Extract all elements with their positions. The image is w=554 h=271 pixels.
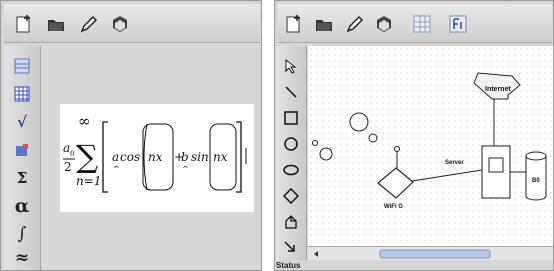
sum-symbol: ∑ <box>76 139 98 175</box>
diamond-icon[interactable] <box>277 184 305 208</box>
integral-icon[interactable]: ∫ <box>8 222 36 246</box>
fraction-subscript: 0 <box>70 150 74 158</box>
open-folder-icon[interactable] <box>310 10 338 38</box>
connector-icon[interactable] <box>277 236 305 260</box>
internet-label: Internet <box>485 86 511 93</box>
bubble-large-circle[interactable] <box>349 112 369 132</box>
formula-workarea: a 0 2 ∞ ∑ n=1 a ^ cos nx + b ^ sin nx <box>42 46 260 271</box>
square-root-glyph: √ <box>17 112 27 131</box>
server-panel <box>488 157 504 173</box>
new-document-icon[interactable] <box>280 10 308 38</box>
table-icon[interactable] <box>8 82 36 106</box>
right-bracket <box>236 121 242 193</box>
math-palette: √ Σ α ∫ ≈ <box>4 46 41 271</box>
diagram-editor-window: Internet Server B0 WiFi G Status <box>274 0 554 271</box>
alpha-icon[interactable]: α <box>8 194 36 218</box>
a-coefficient: a <box>112 150 119 164</box>
insert-icon[interactable] <box>8 138 36 162</box>
approx-icon[interactable]: ≈ <box>8 246 36 270</box>
wifi-label: WiFi G <box>384 204 403 210</box>
bubble-small-circle[interactable] <box>368 133 378 143</box>
square-root-icon[interactable]: √ <box>8 110 36 134</box>
sum-upper-limit: ∞ <box>78 112 91 130</box>
cos-function: cos <box>120 150 140 164</box>
formula-editor[interactable]: a 0 2 ∞ ∑ n=1 a ^ cos nx + b ^ sin nx <box>60 104 254 212</box>
bubble-tiny-circle[interactable] <box>312 140 318 146</box>
alpha-glyph: α <box>14 194 30 217</box>
open-folder-icon[interactable] <box>42 10 70 38</box>
circle-icon[interactable] <box>277 132 305 156</box>
database-top <box>525 151 547 161</box>
wifi-antenna-tip <box>394 146 400 152</box>
pencil-icon[interactable] <box>74 10 102 38</box>
new-document-icon[interactable] <box>10 10 38 38</box>
status-bar: Status <box>274 260 554 271</box>
fraction-denominator: 2 <box>64 160 72 174</box>
diagram-toolbar <box>278 4 552 43</box>
wifi-server-link <box>411 169 483 182</box>
line-icon[interactable] <box>277 80 305 104</box>
math-editor-window: √ Σ α ∫ ≈ a 0 2 ∞ ∑ n=1 a ^ cos nx + b ^… <box>0 0 262 271</box>
b-hat-mark: ^ <box>182 165 189 174</box>
diagram-tool-palette <box>276 46 307 260</box>
wifi-shape[interactable] <box>377 167 414 199</box>
frame-icon[interactable] <box>444 10 472 38</box>
integral-glyph: ∫ <box>17 223 27 244</box>
matrix-icon[interactable] <box>8 54 36 78</box>
rectangle-icon[interactable] <box>277 106 305 130</box>
scroll-left-arrow-icon[interactable] <box>314 251 318 257</box>
cos-open-paren <box>143 123 148 191</box>
sin-argument: nx <box>213 150 228 164</box>
cos-argument: nx <box>148 150 163 164</box>
horizontal-scrollbar[interactable] <box>308 246 554 261</box>
sigma-icon[interactable]: Σ <box>8 166 36 190</box>
sigma-glyph: Σ <box>16 168 28 187</box>
sin-function: sin <box>191 150 209 164</box>
scroll-thumb[interactable] <box>379 249 491 259</box>
approx-glyph: ≈ <box>14 247 30 268</box>
b-coefficient: b <box>181 150 189 164</box>
polygon-icon[interactable] <box>277 210 305 234</box>
grid-icon[interactable] <box>408 10 436 38</box>
diagram-canvas[interactable]: Internet Server B0 WiFi G <box>308 46 554 246</box>
a-hat-mark: ^ <box>113 165 120 174</box>
server-label: Server <box>445 160 464 166</box>
box-icon[interactable] <box>106 10 134 38</box>
bubble-mid-circle[interactable] <box>319 147 333 161</box>
ellipse-icon[interactable] <box>277 158 305 182</box>
math-toolbar <box>4 4 260 43</box>
box-icon[interactable] <box>370 10 398 38</box>
database-label: B0 <box>532 178 540 184</box>
sum-lower-limit: n=1 <box>76 174 101 188</box>
left-bracket <box>102 121 108 193</box>
pencil-icon[interactable] <box>340 10 368 38</box>
pointer-icon[interactable] <box>277 54 305 78</box>
